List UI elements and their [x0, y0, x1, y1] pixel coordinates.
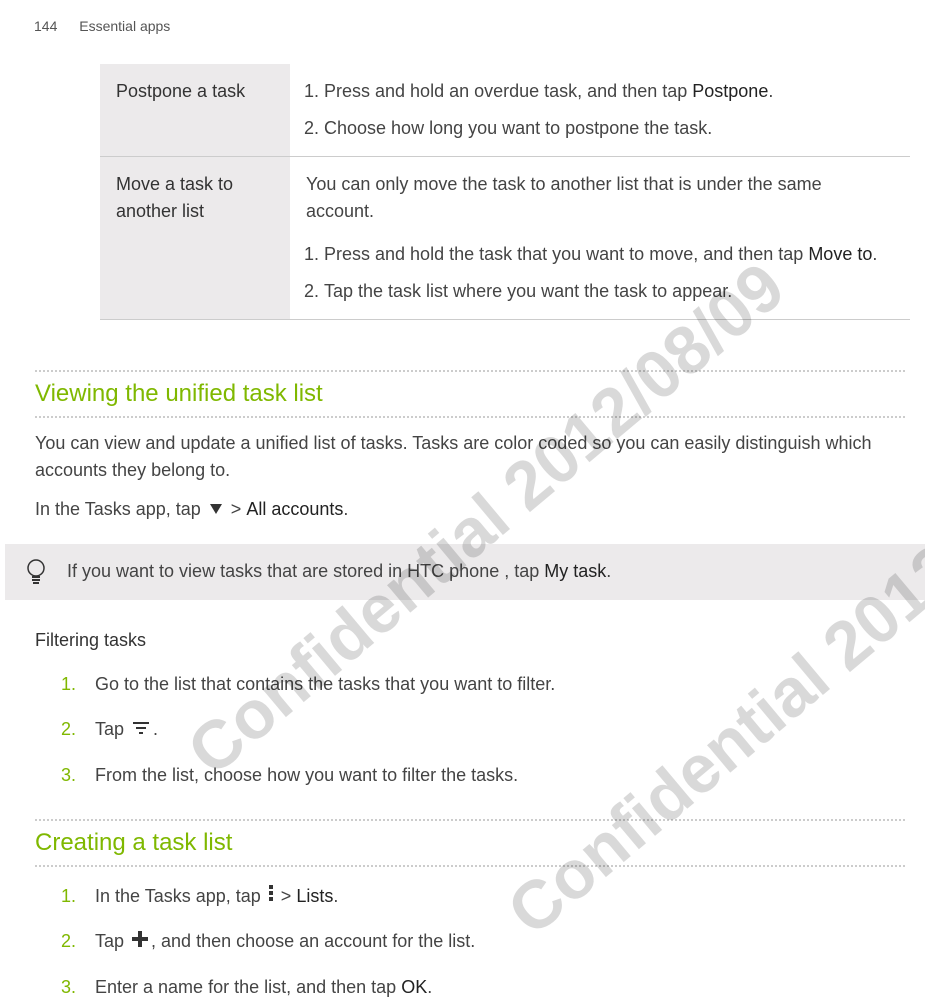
section-title-creating: Creating a task list [35, 821, 905, 865]
text: > [281, 886, 297, 906]
text: . [427, 977, 432, 997]
text: . [872, 244, 877, 264]
bold-text: Move to [808, 244, 872, 264]
list-item: 3. Enter a name for the list, and then t… [61, 974, 905, 1001]
list-item: Choose how long you want to postpone the… [324, 115, 894, 142]
text: Tap [95, 931, 129, 951]
bold-text: All accounts [246, 499, 343, 519]
tip-box: If you want to view tasks that are store… [5, 544, 925, 600]
text: Tap [95, 719, 129, 739]
text: In the Tasks app, tap [35, 499, 206, 519]
text: Tap , and then choose an account for the… [95, 928, 475, 956]
page-number: 144 [34, 18, 57, 34]
step-number: 1. [61, 671, 77, 698]
list-item: Press and hold an overdue task, and then… [324, 78, 894, 105]
text: Press and hold the task that you want to… [324, 244, 808, 264]
text: . [768, 81, 773, 101]
filtering-steps: 1. Go to the list that contains the task… [35, 671, 905, 789]
table-row: Move a task to another list You can only… [100, 157, 910, 320]
section-title-viewing: Viewing the unified task list [35, 372, 905, 416]
row-content-postpone: Press and hold an overdue task, and then… [290, 64, 910, 157]
list-item: 3. From the list, choose how you want to… [61, 762, 905, 789]
table-row: Postpone a task Press and hold an overdu… [100, 64, 910, 157]
step-number: 1. [61, 883, 77, 911]
body-text: You can view and update a unified list o… [35, 430, 905, 484]
row-content-move: You can only move the task to another li… [290, 157, 910, 320]
list-item: 2. Tap . [61, 716, 905, 744]
step-number: 3. [61, 974, 77, 1001]
bold-text: Postpone [692, 81, 768, 101]
body-text: In the Tasks app, tap > All accounts. [35, 496, 905, 524]
bold-text: My task [544, 561, 606, 581]
text: . [333, 886, 338, 906]
list-item: Tap the task list where you want the tas… [324, 278, 894, 305]
divider [35, 416, 905, 418]
page-header: 144 Essential apps [0, 0, 925, 34]
text: , and then choose an account for the lis… [151, 931, 475, 951]
text: Enter a name for the list, and then tap [95, 977, 401, 997]
text: . [153, 719, 158, 739]
text: > [231, 499, 247, 519]
list-item: 1. In the Tasks app, tap > Lists. [61, 883, 905, 911]
text: In the Tasks app, tap > Lists. [95, 883, 338, 911]
subheading-filtering: Filtering tasks [35, 630, 905, 651]
list-item: 2. Tap , and then choose an account for … [61, 928, 905, 956]
text: Press and hold an overdue task, and then… [324, 81, 692, 101]
text: If you want to view tasks that are store… [67, 561, 544, 581]
chapter-title: Essential apps [79, 18, 170, 34]
dropdown-icon [208, 497, 224, 524]
bold-text: OK [401, 977, 427, 997]
list-item: 1. Go to the list that contains the task… [61, 671, 905, 698]
step-number: 2. [61, 928, 77, 956]
intro-text: You can only move the task to another li… [306, 171, 894, 225]
lightbulb-icon [25, 558, 47, 586]
step-number: 2. [61, 716, 77, 744]
menu-dots-icon [268, 883, 274, 910]
tip-text: If you want to view tasks that are store… [67, 558, 611, 585]
text: Tap . [95, 716, 158, 744]
step-number: 3. [61, 762, 77, 789]
text: From the list, choose how you want to fi… [95, 762, 518, 789]
bold-text: Lists [296, 886, 333, 906]
divider [35, 865, 905, 867]
text: Go to the list that contains the tasks t… [95, 671, 555, 698]
list-item: Press and hold the task that you want to… [324, 241, 894, 268]
row-label-postpone: Postpone a task [100, 64, 290, 157]
text: In the Tasks app, tap [95, 886, 266, 906]
task-table: Postpone a task Press and hold an overdu… [100, 64, 910, 320]
creating-steps: 1. In the Tasks app, tap > Lists. 2. [35, 883, 905, 1001]
text: . [606, 561, 611, 581]
plus-icon [131, 929, 149, 956]
row-label-move: Move a task to another list [100, 157, 290, 320]
text: Enter a name for the list, and then tap … [95, 974, 432, 1001]
text: . [343, 499, 348, 519]
filter-icon [131, 717, 151, 744]
